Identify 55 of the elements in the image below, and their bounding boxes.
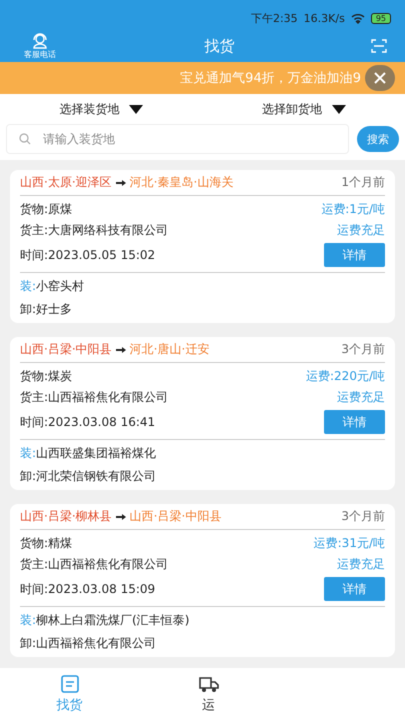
freight-card[interactable]: 山西·吕梁·中阳县 河北·唐山·迁安 3个月前 货物:煤炭 运费:220元/吨 货主:山西福裕焦化有限公司 运费充足 时间:2023.03.08 16:41 详情 装:山西联盛集团福裕煤化 卸:河北荣信钢铁有限公司: [10, 337, 395, 490]
unloading-place: 卸:好士多: [20, 301, 74, 318]
route-origin: 山西·太原·迎泽区: [20, 174, 112, 191]
route-origin: 山西·吕梁·中阳县: [20, 341, 112, 358]
promo-banner-text: 宝兑通加气94折，万金油加油9: [180, 70, 361, 87]
route-destination: 山西·吕梁·中阳县: [130, 508, 222, 525]
owner-text: 货主:山西福裕焦化有限公司: [20, 556, 170, 573]
route-destination: 河北·秦皇岛·山海关: [130, 174, 234, 191]
location-dropdown[interactable]: 选择装货地: [0, 94, 202, 124]
freight-status: 运费充足: [336, 222, 385, 239]
post-age: 3个月前: [341, 508, 385, 525]
post-age: 3个月前: [341, 341, 385, 358]
dropdown-triangle-icon: [332, 104, 346, 114]
loading-place: 装:小窑头村: [20, 278, 86, 295]
page-title: 找货: [204, 36, 234, 56]
owner-text: 货主:山西福裕焦化有限公司: [20, 389, 170, 406]
freight-price: 运费:1元/吨: [321, 201, 385, 218]
unloading-place: 卸:河北荣信钢铁有限公司: [20, 468, 158, 485]
battery-level: 95: [370, 12, 391, 24]
search-icon: [19, 133, 31, 145]
close-button[interactable]: [365, 65, 395, 91]
cargo-text: 货物:煤炭: [20, 368, 74, 385]
network-speed: 16.3K/s: [304, 12, 345, 24]
arrow-icon: [116, 514, 126, 520]
freight-price: 运费:31元/吨: [314, 535, 385, 552]
truck-icon: [198, 674, 220, 694]
loading-place: 装:柳林上白霜洗煤厂(汇丰恒泰): [20, 612, 190, 629]
owner-text: 货主:大唐网络科技有限公司: [20, 222, 170, 239]
close-icon: [373, 71, 387, 85]
unloading-place: 卸:山西福裕焦化有限公司: [20, 635, 158, 652]
location-dropdown[interactable]: 选择卸货地: [202, 94, 405, 124]
time-text: 时间:2023.03.08 16:41: [20, 414, 156, 430]
cargo-text: 货物:原煤: [20, 201, 74, 218]
time-text: 时间:2023.03.08 15:09: [20, 580, 156, 598]
scan-icon[interactable]: [371, 39, 387, 53]
freight-card[interactable]: 山西·吕梁·柳林县 山西·吕梁·中阳县 3个月前 货物:精煤 运费:31元/吨 货主:山西福裕焦化有限公司 运费充足 时间:2023.03.08 15:09 详情 装:柳林上白霜洗煤厂(汇丰恒泰) 卸:山西福裕焦化有限公司: [10, 504, 395, 657]
arrow-icon: [116, 346, 126, 352]
freight-card[interactable]: 山西·太原·迎泽区 河北·秦皇岛·山海关 1个月前 货物:原煤 运费:1元/吨 货主:大唐网络科技有限公司 运费充足 时间:2023.05.05 15:02 详情 装:小窑头村 卸:好士多: [10, 170, 395, 323]
search-field[interactable]: 请输入装货地: [6, 124, 349, 154]
time-text: 时间:2023.05.05 15:02: [20, 246, 156, 264]
route-destination: 河北·唐山·迁安: [130, 341, 210, 358]
arrow-icon: [116, 180, 126, 186]
freight-status: 运费充足: [336, 556, 385, 573]
list-icon: [60, 674, 80, 694]
cargo-text: 货物:精煤: [20, 535, 74, 552]
loading-place: 装:山西联盛集团福裕煤化: [20, 445, 158, 462]
freight-price: 运费:220元/吨: [306, 368, 385, 385]
freight-status: 运费充足: [336, 389, 385, 406]
nav-tab[interactable]: 运: [139, 668, 278, 720]
wifi-icon: [350, 12, 365, 24]
post-age: 1个月前: [341, 174, 385, 191]
status-time: 下午2:35: [250, 10, 298, 26]
route-origin: 山西·吕梁·柳林县: [20, 508, 112, 525]
headset-icon: [31, 32, 49, 48]
dropdown-triangle-icon: [129, 104, 144, 114]
